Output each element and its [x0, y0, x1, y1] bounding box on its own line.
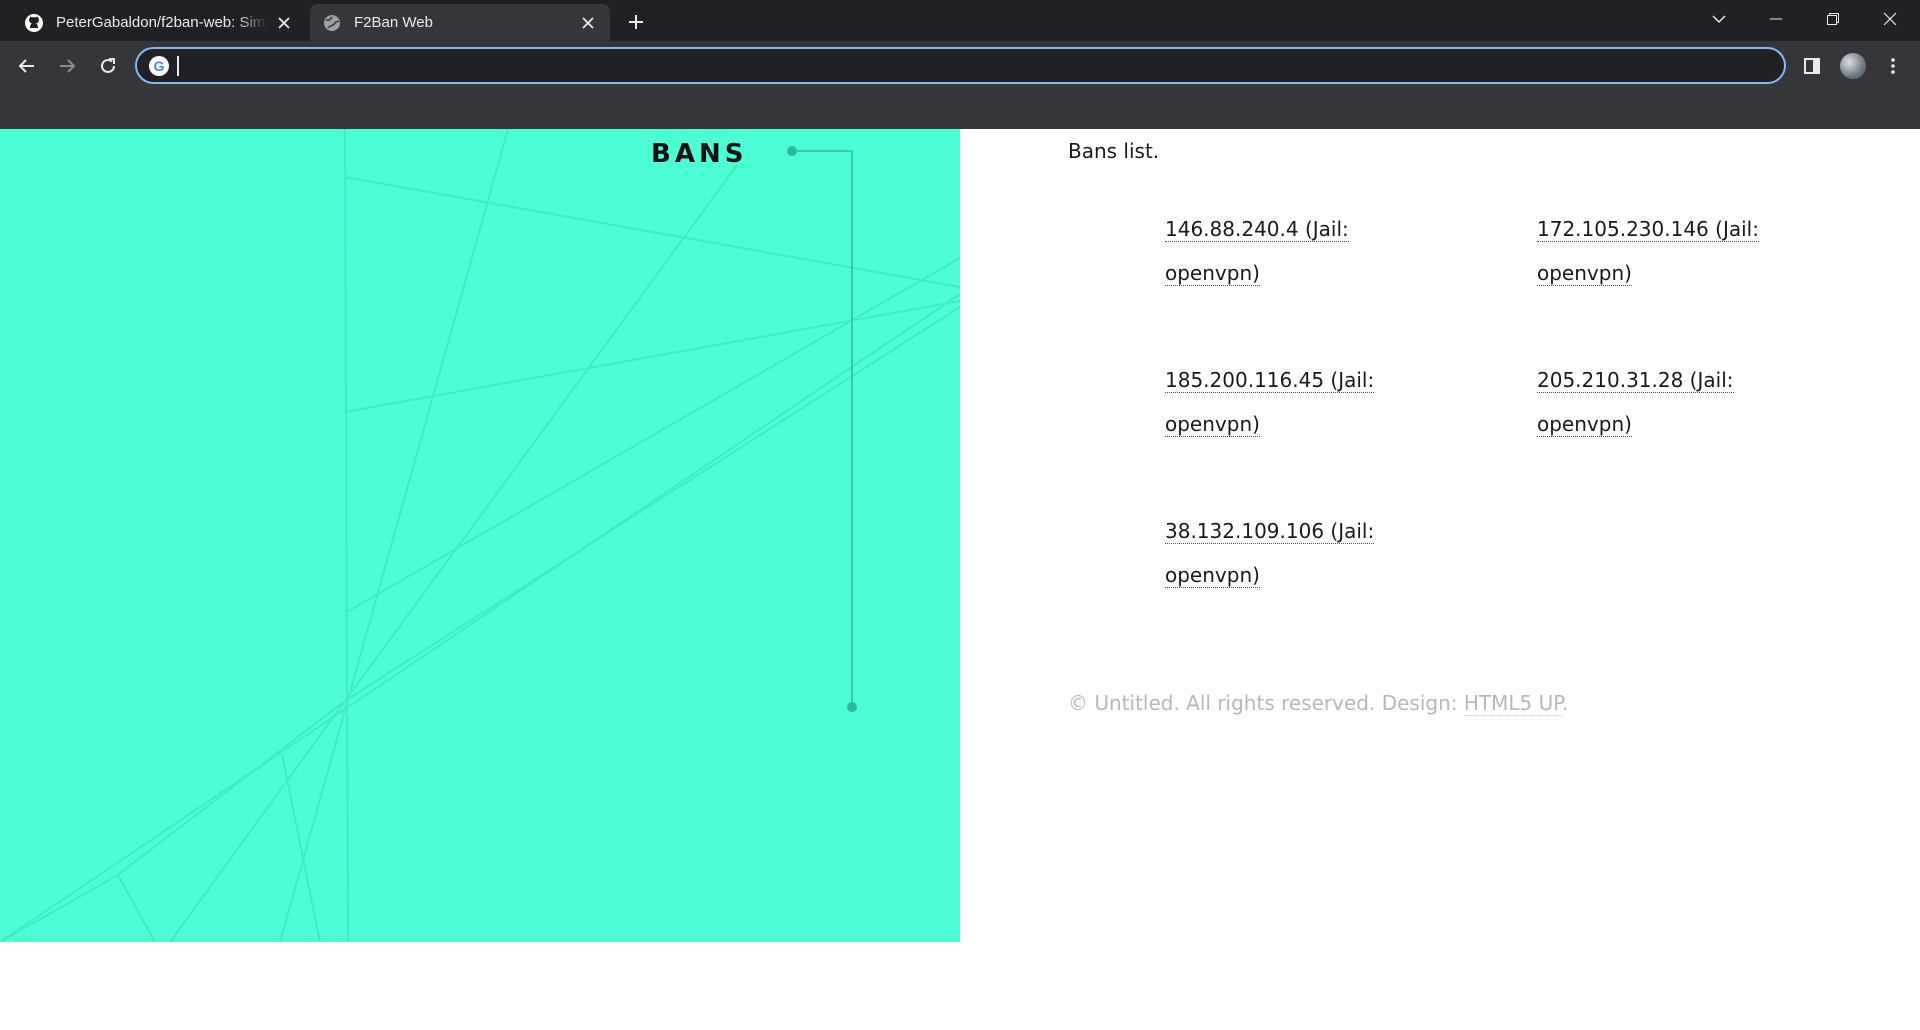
ban-item: 38.132.109.106 (Jail: openvpn): [1165, 509, 1395, 597]
ban-link[interactable]: 172.105.230.146 (Jail:: [1537, 217, 1759, 242]
close-tab-icon[interactable]: [274, 13, 294, 33]
side-panel-button[interactable]: [1795, 49, 1829, 83]
avatar: [1840, 53, 1866, 79]
tab-strip: PeterGabaldon/f2ban-web: Simple F2Ban We…: [0, 0, 1920, 41]
ban-jail-prefix: (Jail:: [1324, 519, 1375, 543]
ban-item: 146.88.240.4 (Jail: openvpn): [1165, 207, 1395, 295]
footer: © Untitled. All rights reserved. Design:…: [1068, 691, 1569, 716]
ban-link[interactable]: openvpn): [1165, 563, 1260, 588]
browser-toolbar: G: [0, 41, 1920, 129]
arrow-right-icon: [60, 59, 76, 73]
intro-text: Bans list.: [1068, 139, 1160, 163]
ban-jail-prefix: (Jail:: [1324, 368, 1375, 392]
ban-ip: 205.210.31.28: [1537, 368, 1684, 392]
chevron-down-icon: [1712, 15, 1726, 24]
plus-icon: [629, 15, 643, 29]
close-window-button[interactable]: [1862, 0, 1918, 38]
minimize-icon: [1770, 18, 1782, 20]
content-panel: Bans list. 146.88.240.4 (Jail: openvpn) …: [960, 129, 1920, 942]
tab-f2ban-web[interactable]: F2Ban Web: [310, 4, 610, 41]
tab-title: F2Ban Web: [354, 14, 433, 31]
text-caret: [177, 55, 179, 76]
reload-icon: [101, 58, 115, 73]
footer-suffix: .: [1562, 691, 1569, 715]
ban-link[interactable]: openvpn): [1165, 412, 1260, 437]
menu-button[interactable]: [1876, 49, 1910, 83]
ban-link[interactable]: 38.132.109.106 (Jail:: [1165, 519, 1375, 544]
ban-item: 185.200.116.45 (Jail: openvpn): [1165, 358, 1395, 446]
ban-jail-prefix: (Jail:: [1708, 217, 1759, 241]
profile-button[interactable]: [1836, 49, 1870, 83]
ban-jail-prefix: (Jail:: [1683, 368, 1734, 392]
side-panel-icon: [1804, 58, 1820, 74]
tab-search-button[interactable]: [1691, 0, 1747, 38]
ban-ip: 185.200.116.45: [1165, 368, 1325, 392]
hero-panel: BANS: [0, 129, 960, 942]
arrow-left-icon: [18, 59, 34, 73]
ban-link[interactable]: openvpn): [1537, 412, 1632, 437]
new-tab-button[interactable]: [622, 8, 650, 36]
globe-icon: [322, 13, 342, 33]
address-bar[interactable]: G: [135, 47, 1786, 84]
ban-jail: openvpn): [1537, 412, 1632, 436]
minimize-button[interactable]: [1748, 0, 1804, 38]
google-icon: G: [149, 55, 169, 76]
ban-link[interactable]: 185.200.116.45 (Jail:: [1165, 368, 1375, 393]
ban-ip: 172.105.230.146: [1537, 217, 1709, 241]
ban-item: 205.210.31.28 (Jail: openvpn): [1537, 358, 1767, 446]
close-icon: [1883, 12, 1897, 26]
ban-link[interactable]: openvpn): [1537, 261, 1632, 286]
ban-link[interactable]: 146.88.240.4 (Jail:: [1165, 217, 1349, 242]
github-icon: [24, 13, 44, 33]
ban-link[interactable]: openvpn): [1165, 261, 1260, 286]
page-title: BANS: [651, 139, 748, 169]
ban-ip: 146.88.240.4: [1165, 217, 1299, 241]
background-lines: [0, 129, 960, 942]
ban-jail: openvpn): [1165, 563, 1260, 587]
ban-jail: openvpn): [1165, 261, 1260, 285]
ban-jail: openvpn): [1165, 412, 1260, 436]
address-input[interactable]: [181, 49, 1774, 82]
back-button[interactable]: [10, 49, 44, 83]
ban-jail: openvpn): [1537, 261, 1632, 285]
restore-button[interactable]: [1805, 0, 1861, 38]
restore-icon: [1827, 13, 1839, 25]
tab-github[interactable]: PeterGabaldon/f2ban-web: Simple: [12, 4, 306, 41]
ban-jail-prefix: (Jail:: [1298, 217, 1349, 241]
ban-link[interactable]: 205.210.31.28 (Jail:: [1537, 368, 1734, 393]
forward-button[interactable]: [50, 49, 84, 83]
footer-design-link[interactable]: HTML5 UP: [1463, 691, 1563, 716]
close-tab-icon[interactable]: [578, 13, 598, 33]
footer-text: © Untitled. All rights reserved. Design:: [1068, 691, 1464, 715]
more-vert-icon: [1891, 58, 1895, 74]
ban-item: 172.105.230.146 (Jail: openvpn): [1537, 207, 1767, 295]
tab-title: PeterGabaldon/f2ban-web: Simple: [56, 14, 268, 31]
ban-ip: 38.132.109.106: [1165, 519, 1325, 543]
reload-button[interactable]: [91, 49, 125, 83]
